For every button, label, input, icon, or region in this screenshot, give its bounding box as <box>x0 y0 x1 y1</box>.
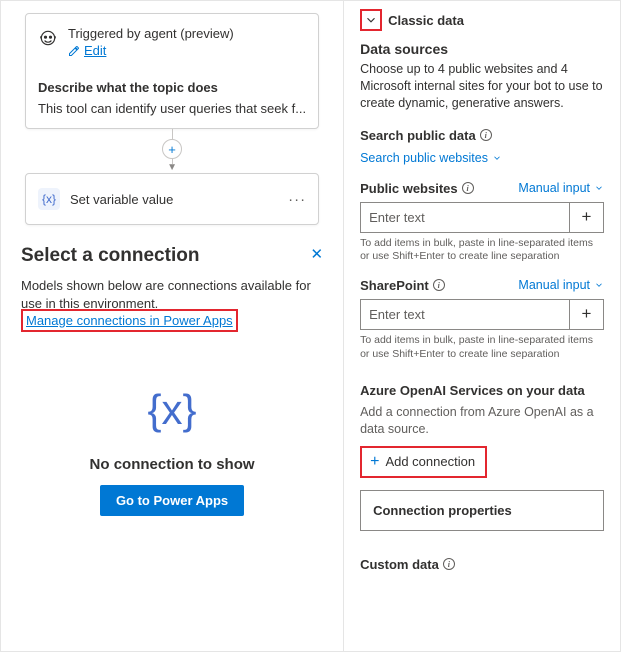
add-step-button[interactable]: + <box>162 139 182 159</box>
search-public-label: Search public data i <box>360 128 604 143</box>
info-icon[interactable]: i <box>443 558 455 570</box>
plus-icon: + <box>370 453 379 471</box>
info-icon[interactable]: i <box>462 182 474 194</box>
search-public-text: Search public data <box>360 128 476 143</box>
manual-input-toggle[interactable]: Manual input <box>518 278 604 292</box>
public-websites-label: Public websites i <box>360 181 474 196</box>
edit-link[interactable]: Edit <box>84 43 106 58</box>
info-icon[interactable]: i <box>433 279 445 291</box>
pencil-icon <box>68 45 80 57</box>
manual-input-toggle[interactable]: Manual input <box>518 181 604 195</box>
trigger-title: Triggered by agent (preview) <box>68 26 306 41</box>
left-pane: Triggered by agent (preview) Edit Descri… <box>1 1 344 651</box>
close-icon[interactable]: ✕ <box>311 245 324 263</box>
sharepoint-hint: To add items in bulk, paste in line-sepa… <box>360 334 604 361</box>
right-pane: Classic data Data sources Choose up to 4… <box>344 1 620 651</box>
connector: + ▼ <box>25 129 319 173</box>
panel-title: Select a connection <box>21 245 199 267</box>
add-connection-highlight: + Add connection <box>360 446 487 478</box>
public-websites-input[interactable] <box>360 202 570 233</box>
custom-data-label: Custom data i <box>360 557 604 572</box>
go-to-power-apps-button[interactable]: Go to Power Apps <box>100 485 244 516</box>
variable-title: Set variable value <box>70 192 278 207</box>
search-public-link[interactable]: Search public websites <box>360 151 502 165</box>
manage-connections-link[interactable]: Manage connections in Power Apps <box>26 313 233 328</box>
more-icon[interactable]: ··· <box>288 191 306 208</box>
connection-panel: Select a connection ✕ Models shown below… <box>1 225 343 532</box>
classic-data-title: Classic data <box>388 13 464 28</box>
connection-properties[interactable]: Connection properties <box>360 490 604 531</box>
info-icon[interactable]: i <box>480 129 492 141</box>
classic-data-highlight <box>360 9 382 31</box>
describe-label: Describe what the topic does <box>38 80 306 95</box>
panel-description: Models shown below are connections avail… <box>21 277 323 312</box>
public-hint: To add items in bulk, paste in line-sepa… <box>360 237 604 264</box>
manage-connections-highlight: Manage connections in Power Apps <box>21 309 238 332</box>
add-public-button[interactable]: + <box>570 202 604 233</box>
add-connection-button[interactable]: + Add connection <box>362 448 485 476</box>
add-sharepoint-button[interactable]: + <box>570 299 604 330</box>
trigger-card[interactable]: Triggered by agent (preview) Edit Descri… <box>25 13 319 129</box>
data-sources-title: Data sources <box>360 41 604 57</box>
variable-card[interactable]: {x} Set variable value ··· <box>25 173 319 225</box>
flow-area: Triggered by agent (preview) Edit Descri… <box>1 13 343 225</box>
azure-body: Add a connection from Azure OpenAI as a … <box>360 404 604 438</box>
sharepoint-input[interactable] <box>360 299 570 330</box>
data-sources-body: Choose up to 4 public websites and 4 Mic… <box>360 61 604 112</box>
azure-title: Azure OpenAI Services on your data <box>360 383 604 398</box>
chevron-down-icon[interactable] <box>362 11 380 29</box>
sharepoint-label: SharePoint i <box>360 278 445 293</box>
variable-icon-large: {x} <box>148 386 197 434</box>
describe-text: This tool can identify user queries that… <box>38 101 306 116</box>
empty-state-title: No connection to show <box>90 456 255 473</box>
arrow-icon: ▼ <box>167 162 177 173</box>
agent-icon <box>38 28 58 48</box>
variable-icon: {x} <box>38 188 60 210</box>
